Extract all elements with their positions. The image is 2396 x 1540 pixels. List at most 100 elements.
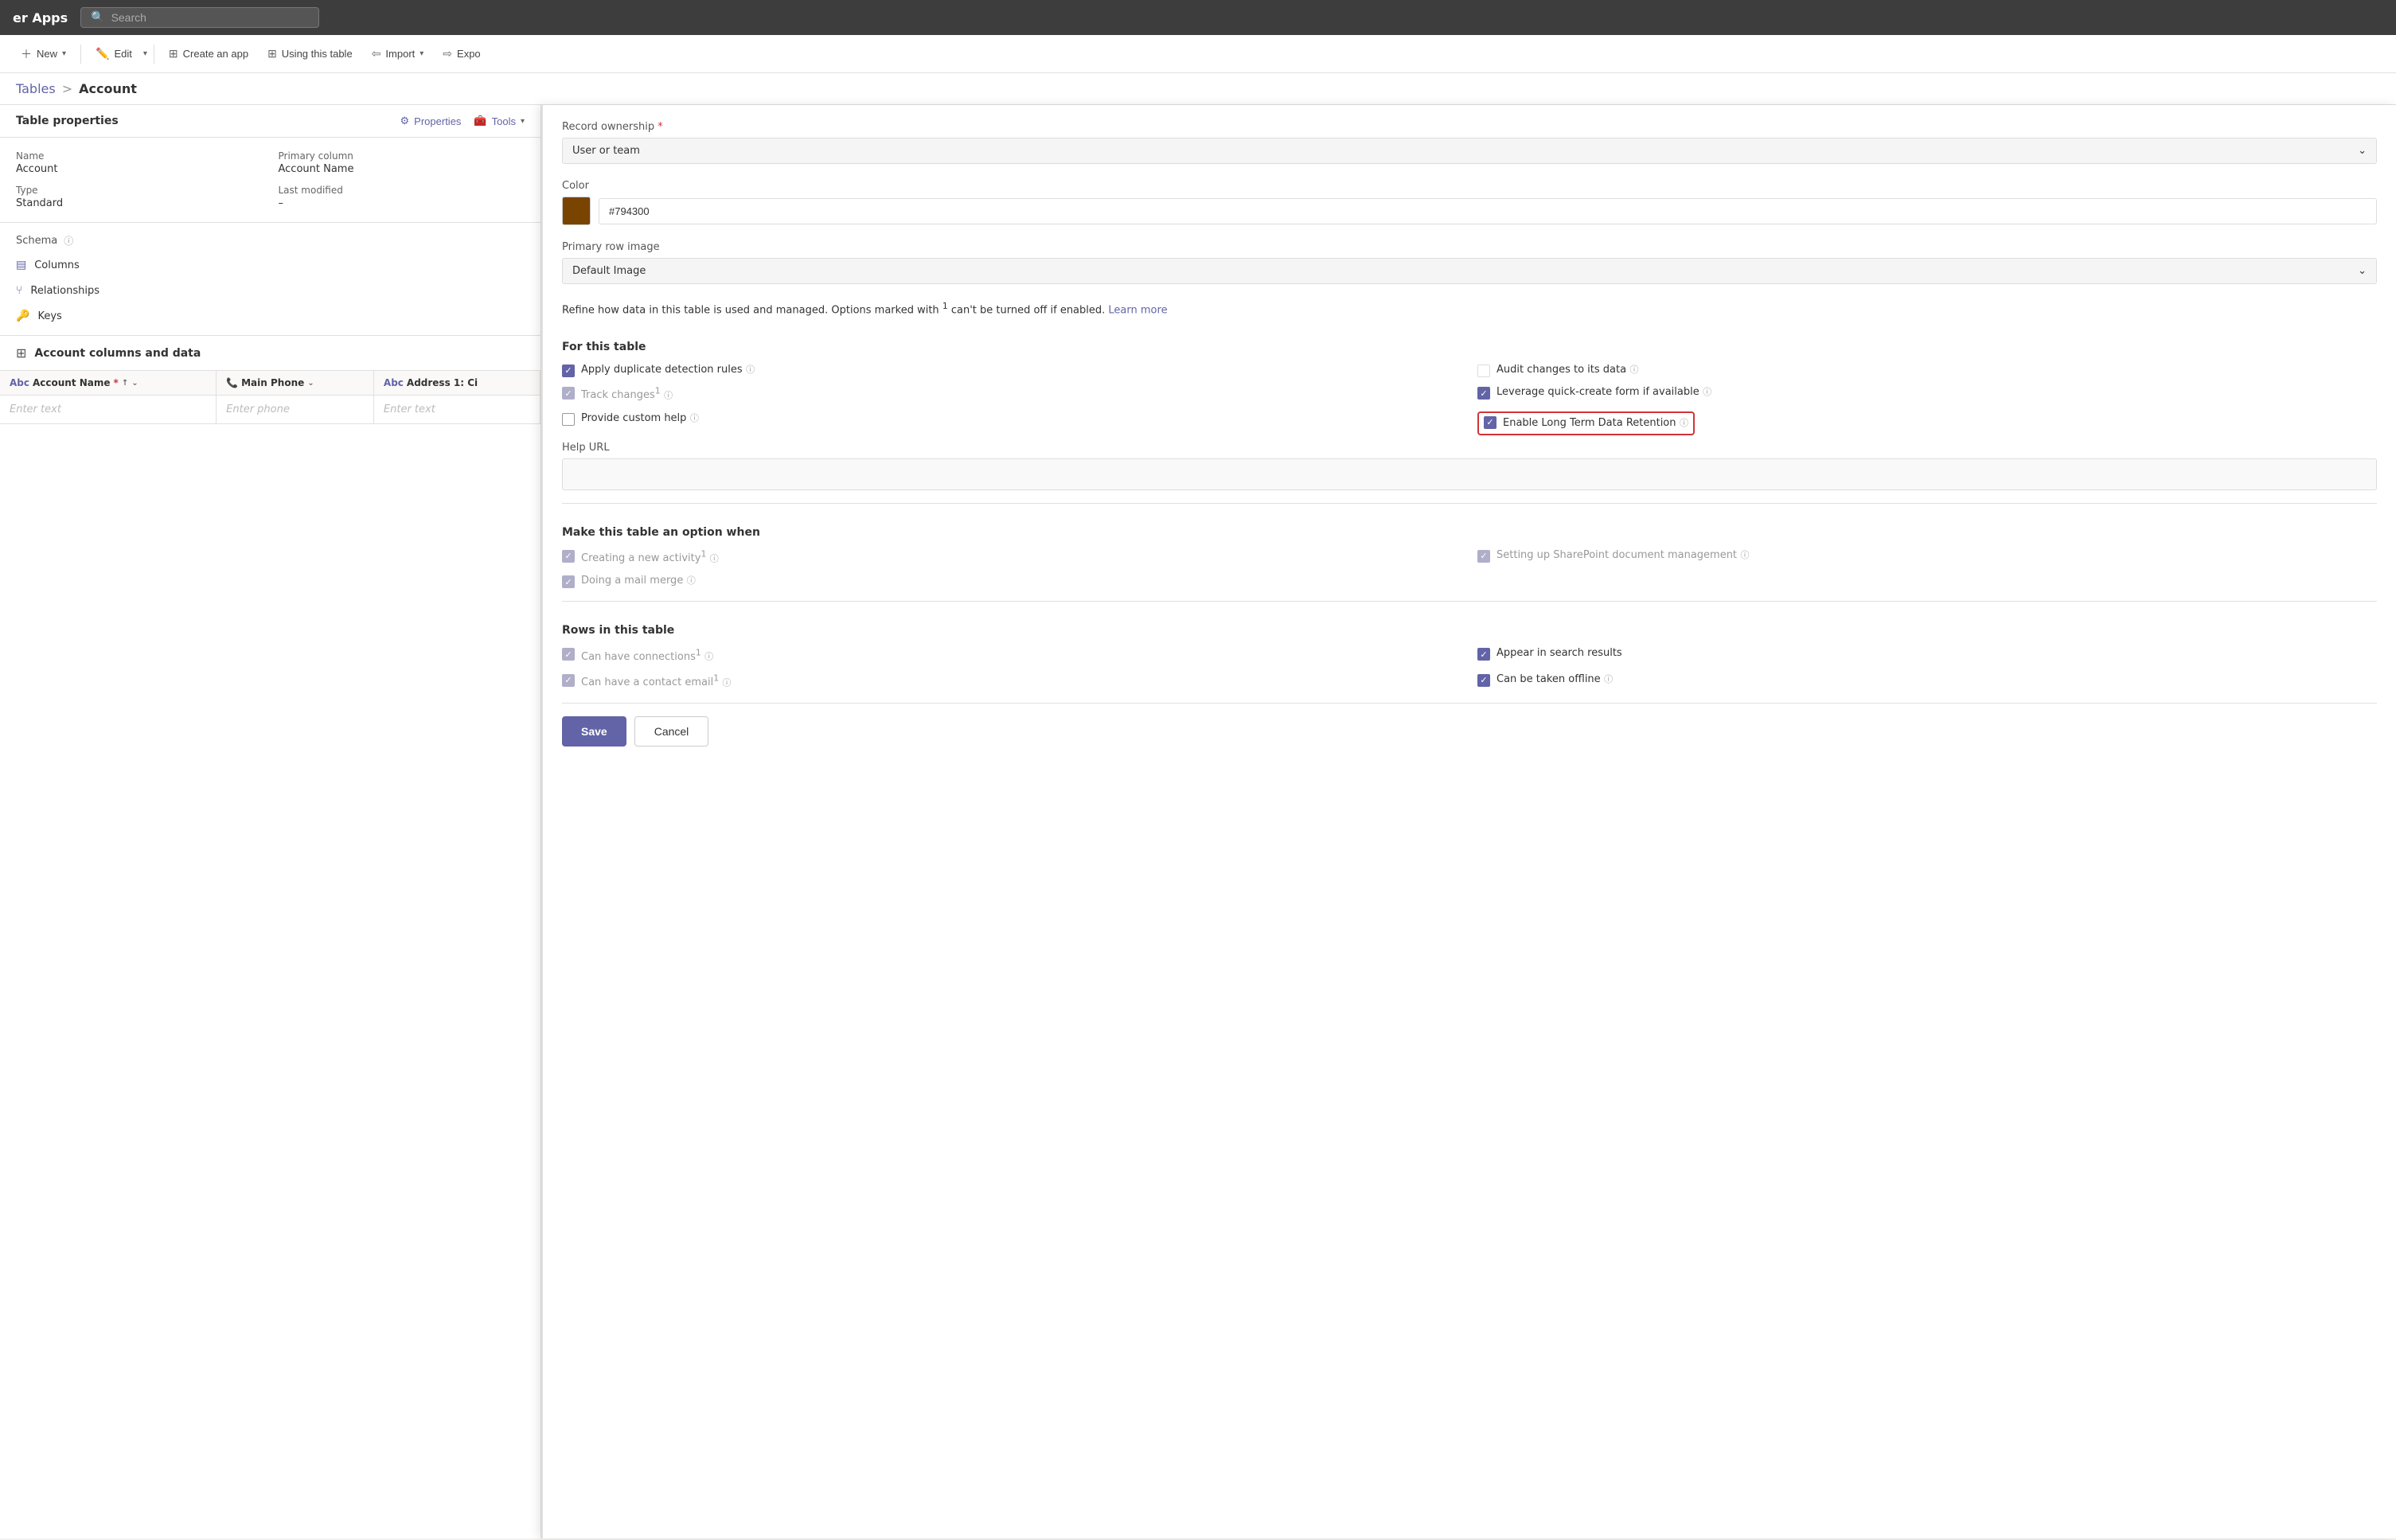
offline-checkbox[interactable]: ✓ <box>1477 674 1490 687</box>
required-indicator: * <box>114 377 119 388</box>
type-label: Type <box>16 185 263 196</box>
import-button[interactable]: ⇦ Import ▾ <box>364 42 432 65</box>
main-layout: Table properties ⚙ Properties 🧰 Tools ▾ … <box>0 105 2396 1538</box>
tools-button[interactable]: 🧰 Tools ▾ <box>474 115 525 127</box>
color-input[interactable] <box>599 198 2377 224</box>
dropdown-chevron: ⌄ <box>2358 145 2367 157</box>
offline-info[interactable]: ⓘ <box>1604 674 1613 684</box>
columns-icon: ▤ <box>16 259 26 271</box>
track-changes-checkbox[interactable]: ✓ <box>562 387 575 400</box>
import-icon: ⇦ <box>372 47 381 60</box>
cancel-button[interactable]: Cancel <box>634 716 709 747</box>
sidebar-item-relationships[interactable]: ⑂ Relationships <box>0 278 540 303</box>
app-title: er Apps <box>13 10 68 25</box>
sidebar-item-columns[interactable]: ▤ Columns <box>0 252 540 278</box>
breadcrumb-parent[interactable]: Tables <box>16 81 56 96</box>
help-url-label: Help URL <box>562 442 2377 454</box>
for-this-table-title: For this table <box>562 331 2377 353</box>
import-chevron: ▾ <box>419 49 423 58</box>
save-button[interactable]: Save <box>562 716 626 747</box>
chevron-down-icon: ▾ <box>62 49 66 58</box>
apply-duplicate-info[interactable]: ⓘ <box>746 365 755 375</box>
record-ownership-label: Record ownership * <box>562 121 2377 133</box>
info-icon: ⓘ <box>64 234 73 248</box>
address-type-icon: Abc <box>384 377 404 388</box>
table-icon: ⊞ <box>267 47 277 60</box>
col-header-main-phone[interactable]: 📞 Main Phone ⌄ <box>217 371 374 396</box>
search-input[interactable] <box>111 11 310 24</box>
primary-row-image-select[interactable]: Default Image ⌄ <box>562 258 2377 284</box>
contact-email-checkbox[interactable]: ✓ <box>562 674 575 687</box>
edit-chevron[interactable]: ▾ <box>143 49 147 58</box>
cell-phone[interactable]: Enter phone <box>217 396 374 424</box>
section-divider-2 <box>562 601 2377 602</box>
export-button[interactable]: ⇨ Expo <box>435 42 488 65</box>
sharepoint-info[interactable]: ⓘ <box>1741 550 1750 560</box>
record-ownership-select[interactable]: User or team ⌄ <box>562 138 2377 164</box>
audit-changes-checkbox[interactable] <box>1477 365 1490 377</box>
help-url-area[interactable] <box>562 458 2377 490</box>
for-table-checkboxes: ✓ Apply duplicate detection rules ⓘ Audi… <box>562 363 2377 435</box>
new-button[interactable]: ＋ New ▾ <box>13 41 74 67</box>
apply-duplicate-checkbox[interactable]: ✓ <box>562 365 575 377</box>
phone-type-icon: 📞 <box>226 377 238 388</box>
search-bar[interactable]: 🔍 <box>80 7 319 28</box>
checkbox-connections: ✓ Can have connections1 ⓘ <box>562 646 1461 665</box>
name-label: Name <box>16 150 263 162</box>
primary-col-prop: Primary column Account Name <box>279 150 525 175</box>
checkbox-track-changes: ✓ Track changes1 ⓘ <box>562 385 1461 404</box>
creating-activity-info[interactable]: ⓘ <box>710 553 719 563</box>
color-group: Color <box>562 180 2377 225</box>
sort-desc-icon[interactable]: ⌄ <box>131 379 138 388</box>
cell-address[interactable]: Enter text <box>373 396 540 424</box>
enable-long-term-checkbox[interactable]: ✓ <box>1484 416 1497 429</box>
checkbox-leverage-quick: ✓ Leverage quick-create form if availabl… <box>1477 385 2377 404</box>
audit-changes-info[interactable]: ⓘ <box>1630 365 1639 375</box>
connections-checkbox[interactable]: ✓ <box>562 648 575 661</box>
account-columns-section: ⊞ Account columns and data Abc Account N… <box>0 335 540 1538</box>
create-app-button[interactable]: ⊞ Create an app <box>161 42 256 65</box>
learn-more-link[interactable]: Learn more <box>1108 304 1167 316</box>
gear-icon: ⚙ <box>400 115 410 127</box>
schema-nav: Schema ⓘ ▤ Columns ⑂ Relationships 🔑 Key… <box>0 222 540 335</box>
checkbox-sharepoint: ✓ Setting up SharePoint document managem… <box>1477 548 2377 567</box>
cell-account-name[interactable]: Enter text <box>0 396 217 424</box>
leverage-quick-checkbox[interactable]: ✓ <box>1477 387 1490 400</box>
connections-info[interactable]: ⓘ <box>704 652 713 662</box>
enable-long-term-info[interactable]: ⓘ <box>1680 418 1688 428</box>
make-option-checkboxes: ✓ Creating a new activity1 ⓘ ✓ Setting u… <box>562 548 2377 589</box>
leverage-quick-info[interactable]: ⓘ <box>1703 387 1711 397</box>
provide-custom-info[interactable]: ⓘ <box>690 413 699 423</box>
table-row: Enter text Enter phone Enter text <box>0 396 540 424</box>
phone-sort-icon[interactable]: ⌄ <box>307 379 314 388</box>
contact-email-info[interactable]: ⓘ <box>723 677 732 688</box>
mail-merge-checkbox[interactable]: ✓ <box>562 575 575 588</box>
last-modified-prop: Last modified – <box>279 185 525 209</box>
properties-button[interactable]: ⚙ Properties <box>400 115 462 127</box>
sidebar-item-keys[interactable]: 🔑 Keys <box>0 303 540 329</box>
mail-merge-info[interactable]: ⓘ <box>687 575 696 586</box>
track-changes-info[interactable]: ⓘ <box>664 390 673 400</box>
provide-custom-checkbox[interactable] <box>562 413 575 426</box>
checkbox-contact-email: ✓ Can have a contact email1 ⓘ <box>562 673 1461 691</box>
tools-icon: 🧰 <box>474 115 486 127</box>
search-icon: 🔍 <box>91 11 104 24</box>
sharepoint-checkbox[interactable]: ✓ <box>1477 550 1490 563</box>
search-results-checkbox[interactable]: ✓ <box>1477 648 1490 661</box>
creating-activity-checkbox[interactable]: ✓ <box>562 550 575 563</box>
using-table-button[interactable]: ⊞ Using this table <box>260 42 361 65</box>
checkbox-enable-long-term: ✓ Enable Long Term Data Retention ⓘ <box>1477 411 2377 435</box>
primary-col-value: Account Name <box>279 163 525 175</box>
checkbox-apply-duplicate: ✓ Apply duplicate detection rules ⓘ <box>562 363 1461 377</box>
color-swatch[interactable] <box>562 197 591 225</box>
type-prop: Type Standard <box>16 185 263 209</box>
toolbar-separator <box>80 45 81 64</box>
col-header-address[interactable]: Abc Address 1: Ci <box>373 371 540 396</box>
edit-button[interactable]: ✏️ Edit <box>88 42 140 65</box>
schema-header: Schema ⓘ <box>0 229 540 252</box>
col-header-account-name[interactable]: Abc Account Name * ↑ ⌄ <box>0 371 217 396</box>
color-label: Color <box>562 180 2377 192</box>
sort-asc-icon[interactable]: ↑ <box>122 379 128 388</box>
table-props-title: Table properties <box>16 115 119 127</box>
grid-icon: ⊞ <box>16 345 26 361</box>
